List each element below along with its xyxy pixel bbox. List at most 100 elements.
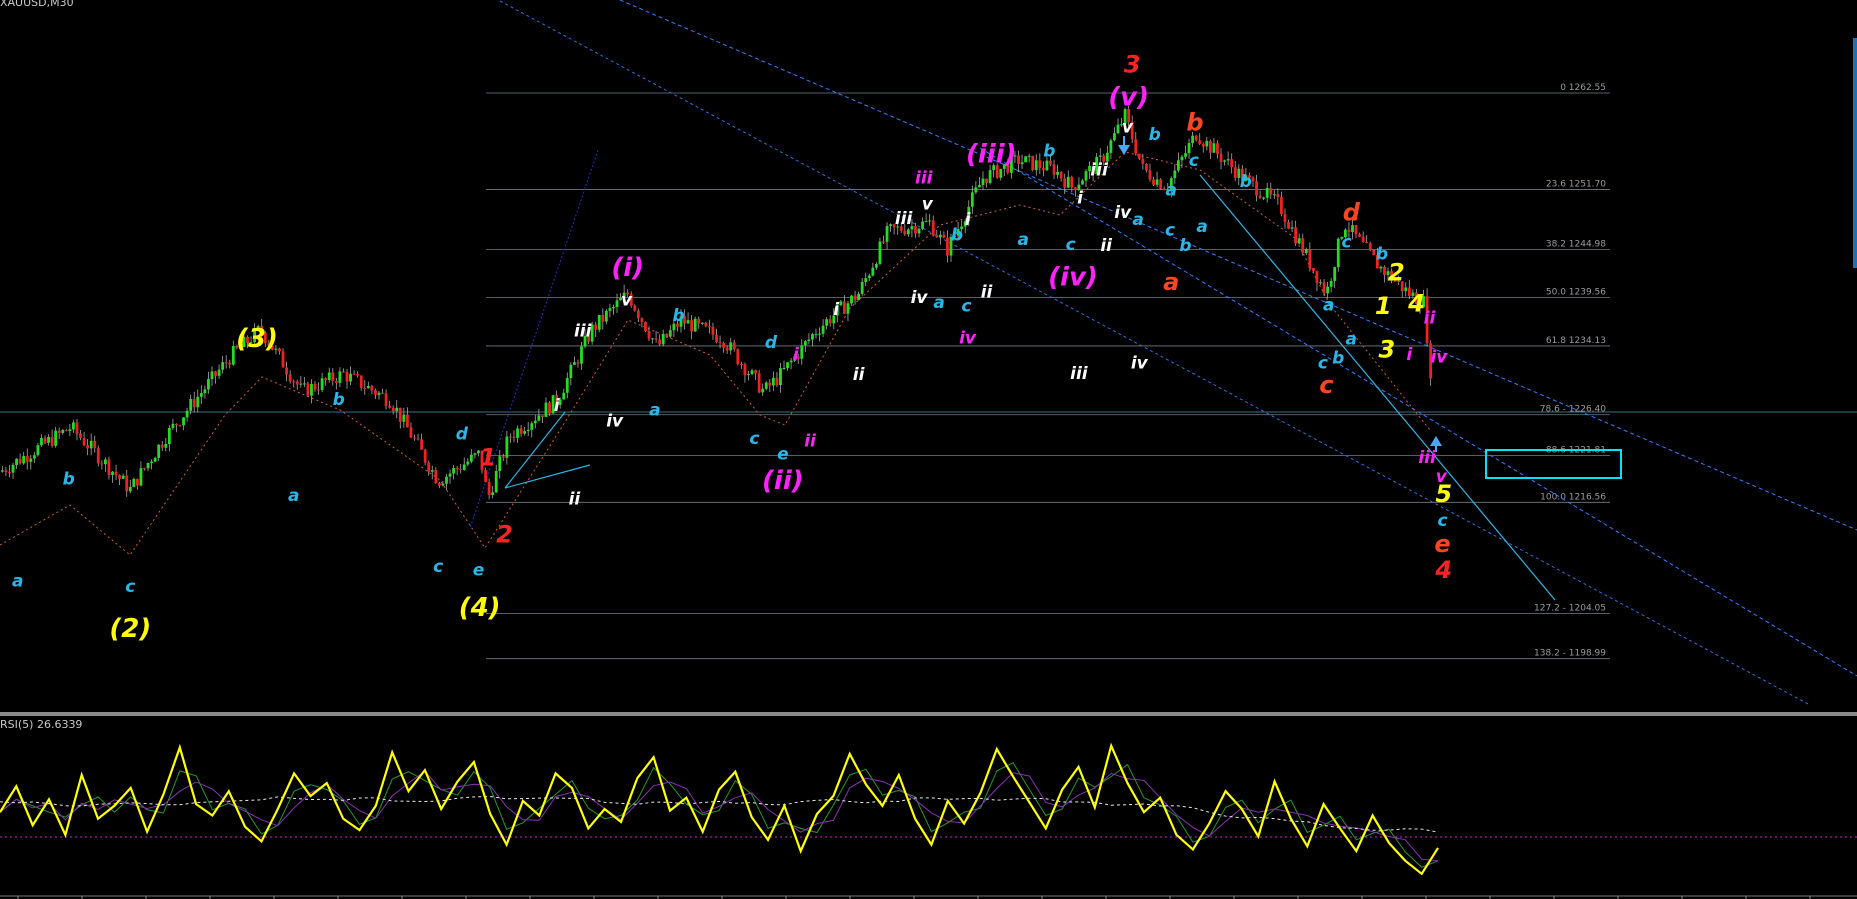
candle-body: [1134, 139, 1138, 154]
wave-label: a: [1018, 230, 1029, 250]
candle-body: [633, 305, 637, 311]
candle-body: [302, 383, 306, 385]
wave-label: 1: [480, 443, 497, 471]
candle-body: [572, 362, 576, 365]
candle-body: [1141, 158, 1145, 164]
candle-body: [1045, 160, 1049, 171]
candle-body: [374, 390, 377, 395]
candle-body: [178, 425, 182, 427]
panel-separator[interactable]: [0, 712, 1857, 716]
candle-body: [295, 381, 299, 385]
candle-body: [1148, 170, 1152, 180]
candle-body: [878, 241, 882, 264]
wave-label: iv: [911, 288, 929, 308]
candle-body: [135, 478, 139, 486]
candle-body: [828, 319, 832, 324]
candle-body: [530, 423, 534, 430]
candle-body: [359, 375, 363, 388]
wave-label: a: [288, 486, 299, 506]
candle-body: [25, 455, 29, 462]
candle-body: [985, 178, 988, 184]
fib-level-label: 0 1262.55: [1560, 83, 1606, 93]
candle-body: [4, 470, 8, 473]
candle-body: [15, 458, 18, 465]
candle-body: [647, 330, 651, 339]
candle-body: [935, 235, 939, 238]
wave-label: (4): [459, 593, 501, 623]
candle-body: [107, 459, 111, 475]
candle-body: [469, 454, 473, 462]
candle-body: [1315, 271, 1319, 284]
wave-label: 2: [496, 520, 513, 548]
candle-body: [1180, 156, 1184, 161]
trading-chart[interactable]: XAUUSD,M30 0 1262.55 23.6 1251.70 38.2 124…: [0, 0, 1857, 899]
wave-label: e: [777, 445, 789, 465]
candle-body: [484, 470, 487, 483]
candle-body: [459, 468, 463, 471]
candle-body: [597, 314, 601, 330]
candle-body: [100, 463, 104, 465]
candle-body: [203, 389, 207, 394]
candle-body: [924, 220, 928, 222]
candle-body: [981, 178, 985, 185]
wave-label: c: [961, 297, 971, 317]
candle-body: [818, 333, 821, 335]
candle-body: [54, 430, 58, 446]
wave-label: a: [1132, 210, 1143, 230]
candle-body: [18, 458, 22, 464]
candle-body: [445, 476, 448, 484]
candle-body: [61, 429, 65, 433]
candle-body: [1294, 227, 1298, 244]
candle-body: [448, 473, 452, 477]
candle-body: [1038, 160, 1042, 168]
candle-body: [8, 472, 11, 474]
candle-body: [40, 437, 43, 446]
wave-label: iv: [1114, 203, 1132, 223]
candle-body: [526, 429, 530, 432]
candle-body: [580, 346, 583, 364]
candle-body: [288, 374, 292, 382]
candle-body: [803, 341, 807, 346]
wave-label: b: [1332, 349, 1344, 369]
candle-body: [1081, 180, 1084, 185]
wave-label: iv: [606, 411, 624, 431]
candle-body: [285, 367, 289, 375]
candle-body: [1226, 159, 1230, 161]
candle-body: [50, 436, 54, 446]
candle-body: [434, 470, 438, 484]
wave-label: (i): [611, 253, 644, 283]
wave-label: c: [1319, 371, 1333, 399]
candle-body: [1354, 225, 1358, 235]
wave-label: b: [1240, 172, 1252, 192]
candle-body: [1251, 177, 1255, 182]
candle-body: [1201, 144, 1205, 147]
candle-body: [278, 348, 281, 352]
candle-body: [811, 334, 814, 340]
candle-body: [217, 369, 221, 376]
candle-body: [1297, 238, 1301, 244]
candle-body: [512, 436, 516, 438]
candle-body: [750, 370, 754, 375]
candle-body: [736, 349, 740, 365]
candle-body: [313, 383, 317, 390]
candle-body: [1059, 171, 1063, 179]
candle-body: [658, 339, 662, 345]
candle-body: [320, 378, 324, 390]
wave-label: 1: [1375, 292, 1392, 320]
candle-body: [988, 170, 992, 184]
right-edge-marker[interactable]: [1853, 38, 1857, 268]
candle-body: [1024, 156, 1028, 163]
candle-body: [807, 339, 811, 342]
candle-body: [644, 321, 647, 331]
candle-body: [1269, 188, 1273, 195]
wave-label: a: [1196, 217, 1207, 237]
candle-body: [160, 444, 164, 448]
wave-label: ii: [804, 432, 817, 452]
candle-body: [377, 392, 381, 395]
wave-label: 3: [1378, 336, 1395, 364]
wave-label: c: [125, 577, 135, 597]
candle-body: [700, 322, 704, 324]
candle-body: [345, 372, 349, 382]
candle-body: [722, 343, 726, 348]
candle-body: [139, 468, 143, 486]
